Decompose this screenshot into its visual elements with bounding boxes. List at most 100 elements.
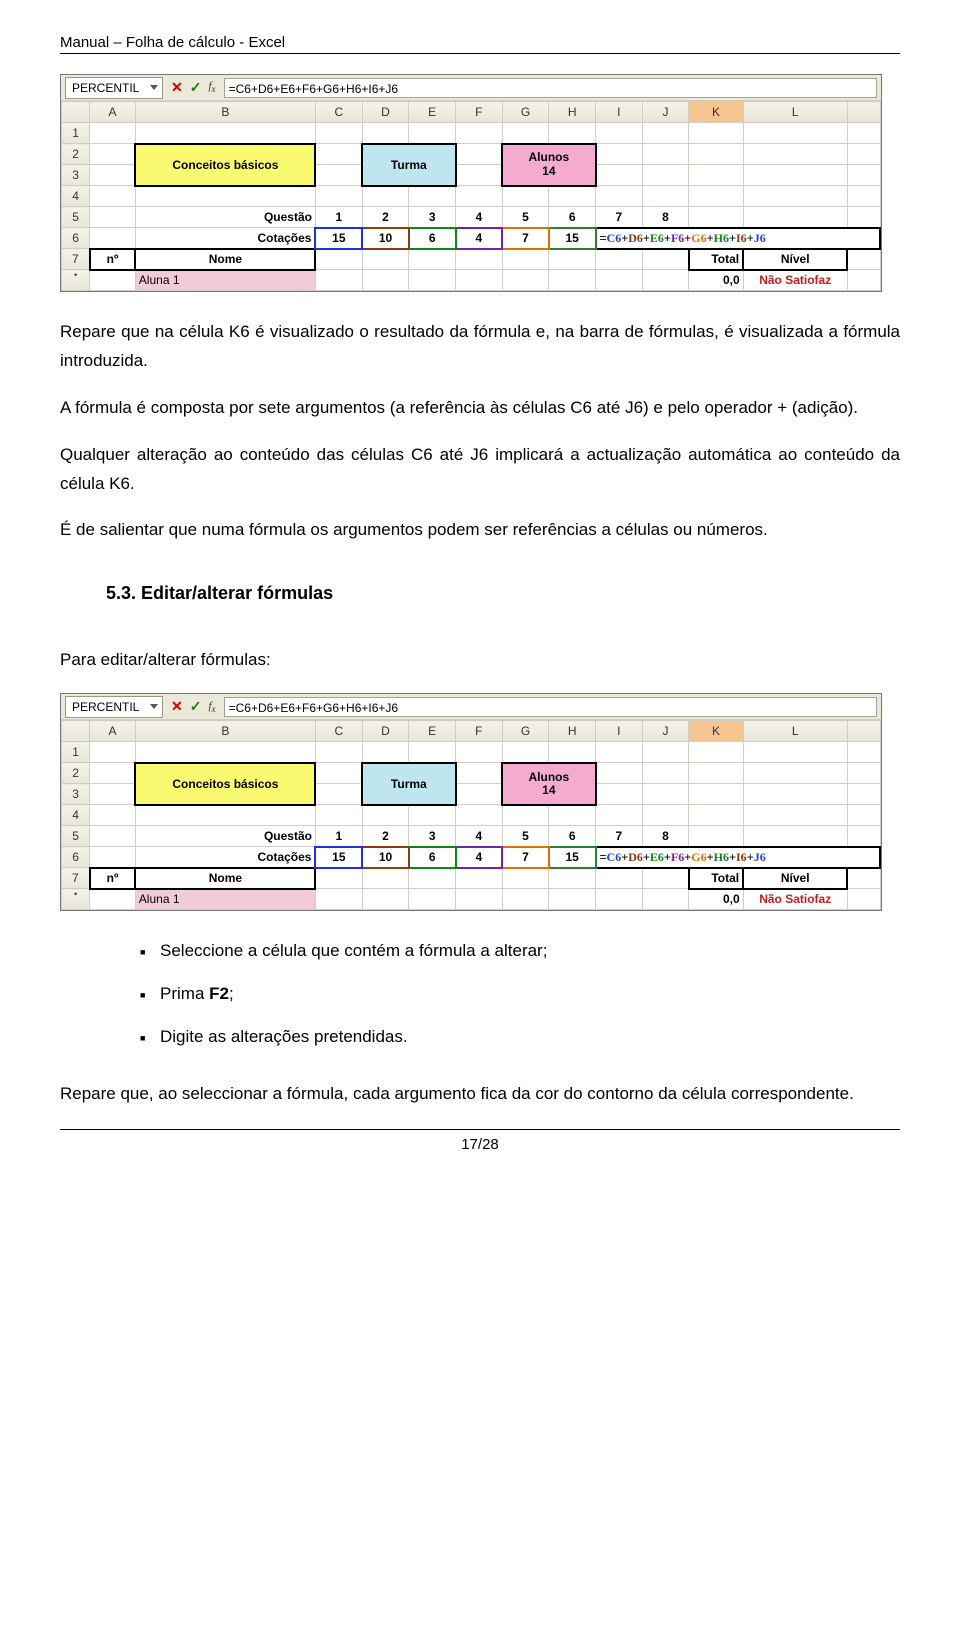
cot-cell[interactable]: 15	[549, 228, 596, 249]
row-header[interactable]: 5	[62, 826, 90, 847]
qnum-cell[interactable]: 5	[502, 826, 549, 847]
cot-cell[interactable]: 6	[409, 847, 456, 868]
row-header[interactable]: 2	[62, 763, 90, 784]
qnum-cell[interactable]: 1	[315, 207, 362, 228]
qnum-cell[interactable]: 3	[409, 207, 456, 228]
row-header[interactable]: 1	[62, 123, 90, 144]
total-value[interactable]: 0,0	[689, 889, 743, 910]
qnum-cell[interactable]: 2	[362, 207, 409, 228]
nivel-label[interactable]: Nível	[743, 868, 847, 889]
col-header[interactable]: E	[409, 721, 456, 742]
qnum-cell[interactable]: 6	[549, 826, 596, 847]
spreadsheet-grid[interactable]: A B C D E F G H I J K L 1 2 Conceitos bá…	[61, 720, 881, 910]
col-header[interactable]: I	[596, 721, 643, 742]
conceitos-cell[interactable]: Conceitos básicos	[135, 763, 315, 805]
qnum-cell[interactable]: 5	[502, 207, 549, 228]
fx-icon[interactable]: fx	[208, 80, 215, 94]
col-header-selected[interactable]: K	[689, 102, 743, 123]
col-header-selected[interactable]: K	[689, 721, 743, 742]
name-box[interactable]: PERCENTIL	[65, 77, 163, 99]
qnum-cell[interactable]: 7	[596, 826, 643, 847]
no-label[interactable]: nº	[90, 249, 136, 270]
row-header[interactable]: 7	[62, 868, 90, 889]
row-header[interactable]: 3	[62, 165, 90, 186]
enter-icon[interactable]: ✓	[190, 698, 202, 715]
cot-cell[interactable]: 10	[362, 228, 409, 249]
col-header[interactable]: B	[135, 102, 315, 123]
col-header[interactable]: C	[315, 102, 362, 123]
col-header[interactable]: H	[549, 721, 596, 742]
cot-cell[interactable]: 15	[315, 847, 362, 868]
nivel-value[interactable]: Não Satiofaz	[743, 889, 847, 910]
col-header[interactable]: B	[135, 721, 315, 742]
qnum-cell[interactable]: 7	[596, 207, 643, 228]
enter-icon[interactable]: ✓	[190, 79, 202, 96]
qnum-cell[interactable]: 3	[409, 826, 456, 847]
row-header[interactable]: 6	[62, 228, 90, 249]
cotacoes-label[interactable]: Cotações	[135, 228, 315, 249]
nome-label[interactable]: Nome	[135, 249, 315, 270]
col-header[interactable]: G	[502, 102, 549, 123]
row-header[interactable]: 5	[62, 207, 90, 228]
col-header[interactable]: L	[743, 721, 847, 742]
row-header[interactable]: 6	[62, 847, 90, 868]
col-header[interactable]: A	[90, 102, 136, 123]
qnum-cell[interactable]: 2	[362, 826, 409, 847]
row-header[interactable]: 4	[62, 186, 90, 207]
qnum-cell[interactable]: 6	[549, 207, 596, 228]
cot-cell[interactable]: 7	[502, 847, 549, 868]
row-header[interactable]: 1	[62, 742, 90, 763]
cot-cell[interactable]: 10	[362, 847, 409, 868]
aluno-name[interactable]: Aluna 1	[135, 270, 315, 291]
row-header[interactable]: •	[62, 889, 90, 910]
cancel-icon[interactable]: ✕	[171, 79, 183, 96]
qnum-cell[interactable]: 4	[456, 826, 503, 847]
k6-active-formula[interactable]: =C6+D6+E6+F6+G6+H6+I6+J6	[596, 847, 880, 868]
no-label[interactable]: nº	[90, 868, 136, 889]
cot-cell[interactable]: 4	[456, 228, 503, 249]
alunos-cell[interactable]: Alunos 14	[502, 763, 595, 805]
col-header[interactable]	[847, 721, 880, 742]
name-box[interactable]: PERCENTIL	[65, 696, 163, 718]
turma-cell[interactable]: Turma	[362, 144, 455, 186]
col-header[interactable]: E	[409, 102, 456, 123]
cot-cell[interactable]: 4	[456, 847, 503, 868]
questao-label[interactable]: Questão	[135, 207, 315, 228]
total-label[interactable]: Total	[689, 249, 743, 270]
dropdown-icon[interactable]	[150, 85, 158, 90]
col-header[interactable]: A	[90, 721, 136, 742]
aluno-name[interactable]: Aluna 1	[135, 889, 315, 910]
col-header[interactable]: D	[362, 102, 409, 123]
nivel-value[interactable]: Não Satiofaz	[743, 270, 847, 291]
nivel-label[interactable]: Nível	[743, 249, 847, 270]
cot-cell[interactable]: 6	[409, 228, 456, 249]
col-header[interactable]: C	[315, 721, 362, 742]
corner-cell[interactable]	[62, 721, 90, 742]
total-label[interactable]: Total	[689, 868, 743, 889]
nome-label[interactable]: Nome	[135, 868, 315, 889]
qnum-cell[interactable]: 4	[456, 207, 503, 228]
formula-display[interactable]: =C6+D6+E6+F6+G6+H6+I6+J6	[224, 697, 877, 717]
fx-icon[interactable]: fx	[208, 700, 215, 714]
col-header[interactable]: I	[596, 102, 643, 123]
col-header[interactable]: D	[362, 721, 409, 742]
conceitos-cell[interactable]: Conceitos básicos	[135, 144, 315, 186]
k6-active-formula[interactable]: =C6+D6+E6+F6+G6+H6+I6+J6	[596, 228, 880, 249]
row-header[interactable]: 2	[62, 144, 90, 165]
qnum-cell[interactable]: 1	[315, 826, 362, 847]
formula-display[interactable]: =C6+D6+E6+F6+G6+H6+I6+J6	[224, 78, 877, 98]
col-header[interactable]	[847, 102, 880, 123]
alunos-cell[interactable]: Alunos 14	[502, 144, 595, 186]
row-header[interactable]: •	[62, 270, 90, 291]
row-header[interactable]: 7	[62, 249, 90, 270]
cot-cell[interactable]: 15	[315, 228, 362, 249]
col-header[interactable]: F	[456, 102, 503, 123]
corner-cell[interactable]	[62, 102, 90, 123]
col-header[interactable]: F	[456, 721, 503, 742]
qnum-cell[interactable]: 8	[642, 826, 689, 847]
dropdown-icon[interactable]	[150, 704, 158, 709]
spreadsheet-grid[interactable]: A B C D E F G H I J K L 1 2 Conceitos bá…	[61, 101, 881, 291]
questao-label[interactable]: Questão	[135, 826, 315, 847]
qnum-cell[interactable]: 8	[642, 207, 689, 228]
turma-cell[interactable]: Turma	[362, 763, 455, 805]
